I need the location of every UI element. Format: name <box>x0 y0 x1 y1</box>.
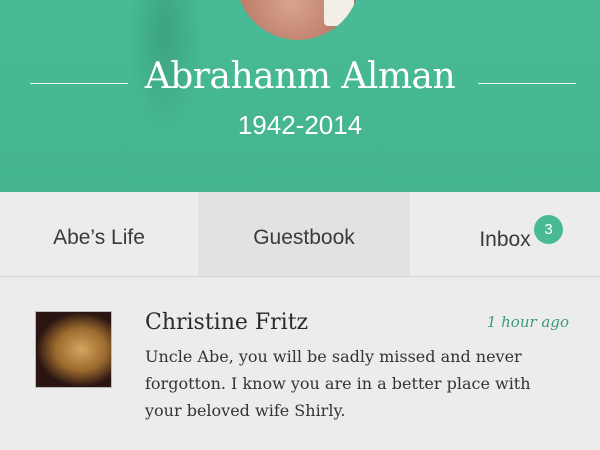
tab-label: Inbox <box>479 228 531 251</box>
inbox-count-badge: 3 <box>534 215 563 244</box>
tab-abes-life[interactable]: Abe’s Life <box>0 192 198 276</box>
tab-label: Guestbook <box>253 226 355 249</box>
profile-header: Abrahanm Alman 1942-2014 <box>0 0 600 192</box>
profile-dates: 1942-2014 <box>237 110 363 140</box>
profile-name: Abrahanm Alman <box>144 56 456 97</box>
tab-inbox[interactable]: Inbox <box>410 192 600 276</box>
commenter-avatar[interactable] <box>35 311 112 388</box>
comment-timestamp: 1 hour ago <box>486 313 569 331</box>
tab-label: Abe’s Life <box>53 226 145 249</box>
tab-bar: Abe’s Life Guestbook Inbox 3 <box>0 192 600 277</box>
comment-message: Uncle Abe, you will be sadly missed and … <box>145 347 531 420</box>
tab-guestbook[interactable]: Guestbook <box>198 192 410 276</box>
profile-photo <box>236 0 360 40</box>
commenter-name[interactable]: Christine Fritz <box>145 310 308 335</box>
